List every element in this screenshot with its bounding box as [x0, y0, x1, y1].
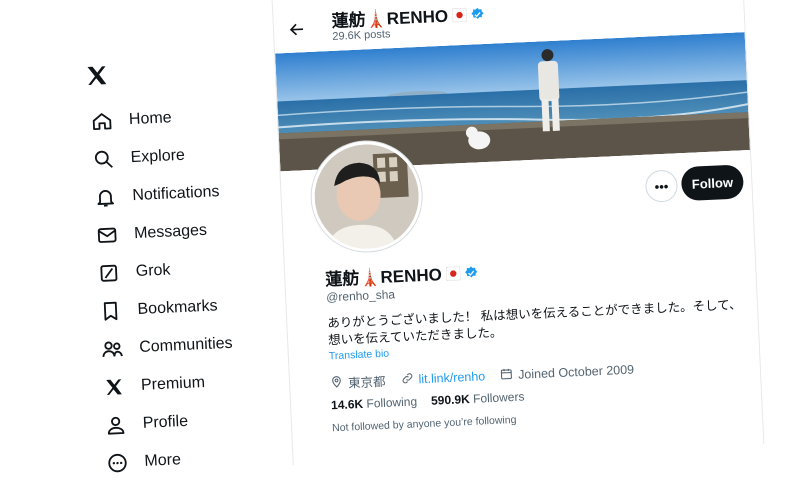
followers-stat[interactable]: 590.9K Followers	[431, 390, 525, 408]
followers-label: Followers	[472, 389, 525, 406]
nav-item-home[interactable]: Home	[88, 104, 172, 136]
nav-item-profile[interactable]: Profile	[102, 408, 189, 440]
followers-count: 590.9K	[430, 392, 471, 408]
more-options-button[interactable]: •••	[644, 169, 679, 203]
bookmark-icon	[97, 298, 124, 325]
follow-button[interactable]: Follow	[680, 164, 745, 202]
profile-bio: ありがとうございました！ 私は想いを伝えることができました。そして、想いを伝えて…	[327, 297, 742, 348]
nav-item-grok[interactable]: Grok	[95, 256, 171, 287]
envelope-icon	[94, 222, 121, 249]
nav-label: Home	[128, 109, 172, 129]
nav-item-premium[interactable]: Premium	[100, 369, 205, 402]
verified-badge-icon	[470, 5, 485, 20]
posts-count: 29.6K posts	[332, 28, 391, 43]
nav-label: Notifications	[132, 183, 220, 205]
profile-handle: @renho_sha	[325, 287, 396, 305]
person-icon	[102, 412, 129, 439]
back-arrow-icon[interactable]	[288, 20, 307, 44]
nav-item-explore[interactable]: Explore	[90, 142, 185, 174]
nav-item-communities[interactable]: Communities	[99, 330, 233, 364]
more-circle-icon	[104, 449, 131, 476]
nav-label: Communities	[138, 334, 233, 356]
japan-flag-icon	[451, 6, 467, 23]
profile-location: 東京都	[347, 374, 386, 391]
japan-flag-icon	[445, 265, 461, 281]
header-display-name: 蓮舫🗼RENHO	[331, 0, 485, 32]
profile-meta-row: 東京都 lit.link/renho Joined October 2009	[330, 360, 635, 393]
profile-name-text: 蓮舫🗼RENHO	[324, 265, 443, 290]
following-count: 14.6K	[330, 396, 364, 413]
profile-stats: 14.6K Following 590.9K Followers	[331, 390, 525, 413]
more-options-label: •••	[654, 178, 669, 194]
nav-label: Bookmarks	[137, 297, 218, 318]
nav-label: Messages	[133, 221, 208, 243]
follow-label: Follow	[691, 174, 734, 192]
following-label: Following	[366, 394, 418, 411]
profile-joined-date: Joined October 2009	[517, 362, 635, 382]
nav-label: Grok	[135, 261, 171, 281]
grok-icon	[95, 260, 122, 287]
x-icon	[100, 374, 127, 401]
nav-label: Explore	[130, 146, 186, 167]
nav-item-messages[interactable]: Messages	[94, 217, 208, 250]
profile-panel: 蓮舫🗼RENHO 29.6K posts ••• Follow 蓮舫🗼RENHO…	[271, 0, 765, 466]
profile-website-link[interactable]: lit.link/renho	[418, 369, 485, 386]
x-logo-icon[interactable]	[84, 63, 109, 95]
link-icon	[400, 371, 414, 388]
nav-label: Profile	[142, 412, 189, 432]
calendar-icon	[500, 367, 514, 384]
translate-bio-link[interactable]: Translate bio	[329, 348, 390, 363]
nav-item-more[interactable]: More	[104, 446, 182, 477]
not-followed-notice: Not followed by anyone you’re following	[331, 413, 517, 435]
communities-icon	[99, 336, 126, 363]
verified-badge-icon[interactable]	[463, 264, 478, 279]
nav-label: Premium	[140, 374, 206, 394]
following-stat[interactable]: 14.6K Following	[331, 394, 418, 412]
search-icon	[90, 146, 117, 173]
location-icon	[330, 374, 344, 391]
profile-display-name: 蓮舫🗼RENHO	[325, 259, 479, 291]
bell-icon	[92, 184, 119, 211]
nav-item-notifications[interactable]: Notifications	[92, 178, 220, 212]
home-icon	[88, 108, 115, 135]
nav-label: More	[144, 451, 182, 470]
screenshot-stage: Home Explore Notifications Messages Grok	[0, 0, 800, 473]
nav-item-bookmarks[interactable]: Bookmarks	[97, 292, 218, 325]
